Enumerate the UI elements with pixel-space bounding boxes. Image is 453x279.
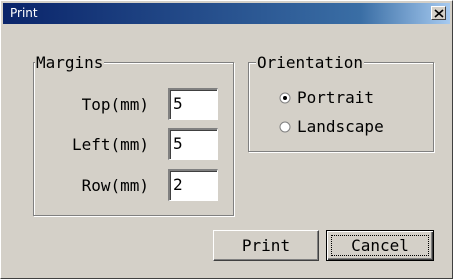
top-input[interactable]: 5 xyxy=(168,88,218,120)
top-label: Top(mm) xyxy=(81,95,149,114)
portrait-label: Portrait xyxy=(297,88,375,107)
print-dialog: Print Margins Top(mm) 5 Left(mm) 5 Row(m… xyxy=(0,0,453,279)
orientation-legend: Orientation xyxy=(256,53,364,72)
row-label: Row(mm) xyxy=(81,176,149,195)
print-button[interactable]: Print xyxy=(213,230,319,261)
left-label: Left(mm) xyxy=(71,135,149,154)
landscape-label: Landscape xyxy=(297,117,384,136)
margins-legend: Margins xyxy=(35,53,105,72)
close-button[interactable] xyxy=(431,6,446,20)
window-title: Print xyxy=(10,6,38,20)
left-input[interactable]: 5 xyxy=(168,128,218,160)
close-icon xyxy=(434,9,444,18)
title-bar[interactable]: Print xyxy=(3,3,450,24)
radio-selected-icon[interactable] xyxy=(279,92,291,104)
cancel-button[interactable]: Cancel xyxy=(326,230,434,261)
cancel-label: Cancel xyxy=(351,236,409,255)
radio-unselected-icon[interactable] xyxy=(279,121,291,133)
margins-group: Margins Top(mm) 5 Left(mm) 5 Row(mm) 2 xyxy=(33,54,234,216)
row-input[interactable]: 2 xyxy=(168,169,218,201)
orientation-group: Orientation Portrait Landscape xyxy=(248,54,434,152)
